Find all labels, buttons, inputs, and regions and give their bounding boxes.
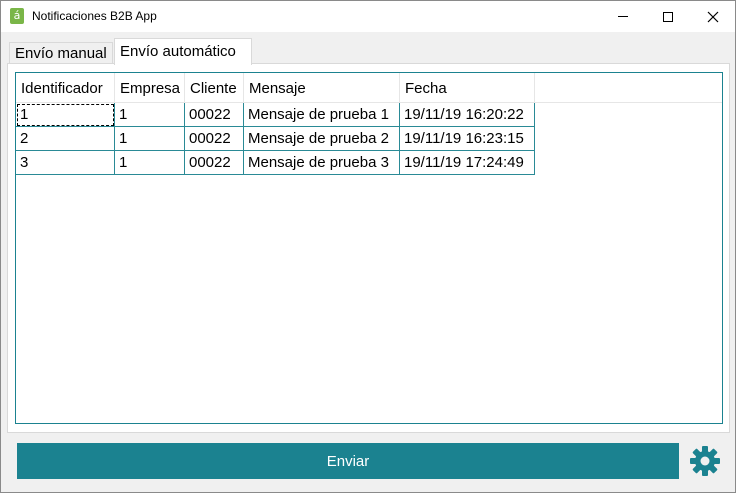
- cell-identificador[interactable]: 1: [16, 103, 115, 127]
- gear-icon: [690, 446, 720, 476]
- cell-cliente[interactable]: 00022: [185, 127, 244, 151]
- maximize-icon: [663, 11, 673, 22]
- cell-mensaje[interactable]: Mensaje de prueba 2: [244, 127, 400, 151]
- tab-envio-manual[interactable]: Envío manual: [9, 42, 113, 63]
- title-bar[interactable]: á Notificaciones B2B App: [1, 1, 735, 32]
- table-row[interactable]: 2 1 00022 Mensaje de prueba 2 19/11/19 1…: [16, 127, 535, 151]
- cell-empresa[interactable]: 1: [115, 127, 185, 151]
- cell-fecha[interactable]: 19/11/19 16:20:22: [400, 103, 535, 127]
- cell-fecha[interactable]: 19/11/19 17:24:49: [400, 151, 535, 175]
- column-header-empresa[interactable]: Empresa: [115, 73, 185, 102]
- cell-empresa[interactable]: 1: [115, 151, 185, 175]
- tab-panel: Identificador Empresa Cliente Mensaje Fe…: [7, 63, 730, 433]
- cell-identificador[interactable]: 2: [16, 127, 115, 151]
- tab-envio-automatico[interactable]: Envío automático: [114, 38, 252, 65]
- grid-header: Identificador Empresa Cliente Mensaje Fe…: [16, 73, 722, 103]
- cell-empresa[interactable]: 1: [115, 103, 185, 127]
- column-header-mensaje[interactable]: Mensaje: [244, 73, 400, 102]
- notifications-grid[interactable]: Identificador Empresa Cliente Mensaje Fe…: [15, 72, 723, 424]
- cell-cliente[interactable]: 00022: [185, 103, 244, 127]
- settings-button[interactable]: [689, 445, 721, 477]
- cell-mensaje[interactable]: Mensaje de prueba 3: [244, 151, 400, 175]
- cell-cliente[interactable]: 00022: [185, 151, 244, 175]
- column-header-cliente[interactable]: Cliente: [185, 73, 244, 102]
- cell-mensaje[interactable]: Mensaje de prueba 1: [244, 103, 400, 127]
- table-row[interactable]: 1 1 00022 Mensaje de prueba 1 19/11/19 1…: [16, 103, 535, 127]
- maximize-button[interactable]: [645, 1, 691, 32]
- cell-fecha[interactable]: 19/11/19 16:23:15: [400, 127, 535, 151]
- app-window: á Notificaciones B2B App Envío manual En…: [0, 0, 736, 493]
- window-title: Notificaciones B2B App: [32, 9, 157, 23]
- column-header-fecha[interactable]: Fecha: [400, 73, 535, 102]
- column-header-identificador[interactable]: Identificador: [16, 73, 115, 102]
- cell-identificador[interactable]: 3: [16, 151, 115, 175]
- close-button[interactable]: [690, 1, 736, 32]
- minimize-button[interactable]: [600, 1, 646, 32]
- table-row[interactable]: 3 1 00022 Mensaje de prueba 3 19/11/19 1…: [16, 151, 535, 175]
- close-icon: [707, 11, 719, 22]
- send-button[interactable]: Enviar: [17, 443, 679, 479]
- minimize-icon: [618, 16, 628, 17]
- app-logo-icon: á: [10, 8, 24, 24]
